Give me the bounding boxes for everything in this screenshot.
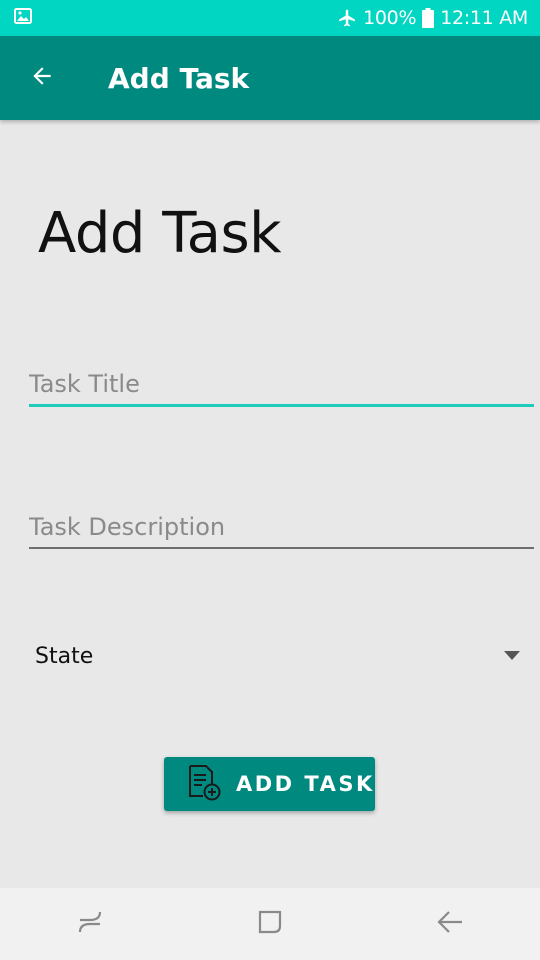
image-notification-icon [14, 7, 32, 29]
battery-percent: 100% [363, 7, 417, 29]
nav-back-button[interactable] [400, 888, 500, 960]
page-heading: Add Task [38, 201, 282, 266]
state-spinner-value: State [35, 643, 94, 669]
screen: 100% 12:11 AM Add Task Add Task Task Tit… [0, 0, 540, 960]
app-bar: Add Task [0, 36, 540, 120]
navigation-bar [0, 888, 540, 960]
airplane-mode-icon [337, 8, 357, 28]
battery-icon [422, 8, 435, 28]
task-title-input[interactable] [29, 370, 534, 407]
state-spinner[interactable]: State [35, 634, 520, 678]
status-time: 12:11 AM [440, 7, 528, 29]
task-title-field [29, 370, 534, 407]
status-bar: 100% 12:11 AM [0, 0, 540, 36]
arrow-back-icon [29, 63, 55, 94]
app-bar-title: Add Task [108, 61, 250, 95]
recent-apps-button[interactable] [40, 888, 140, 960]
back-icon [435, 908, 465, 941]
add-task-button-label: ADD TASK [236, 772, 375, 796]
note-add-icon [186, 763, 224, 806]
task-description-field [29, 513, 534, 549]
home-icon [256, 908, 284, 941]
dropdown-arrow-icon [504, 647, 520, 665]
status-left [14, 7, 32, 29]
task-description-input[interactable] [29, 513, 534, 549]
recent-apps-icon [76, 908, 104, 941]
home-button[interactable] [220, 888, 320, 960]
add-task-button[interactable]: ADD TASK [164, 757, 375, 811]
back-button[interactable] [0, 36, 84, 120]
status-right: 100% 12:11 AM [337, 7, 528, 29]
